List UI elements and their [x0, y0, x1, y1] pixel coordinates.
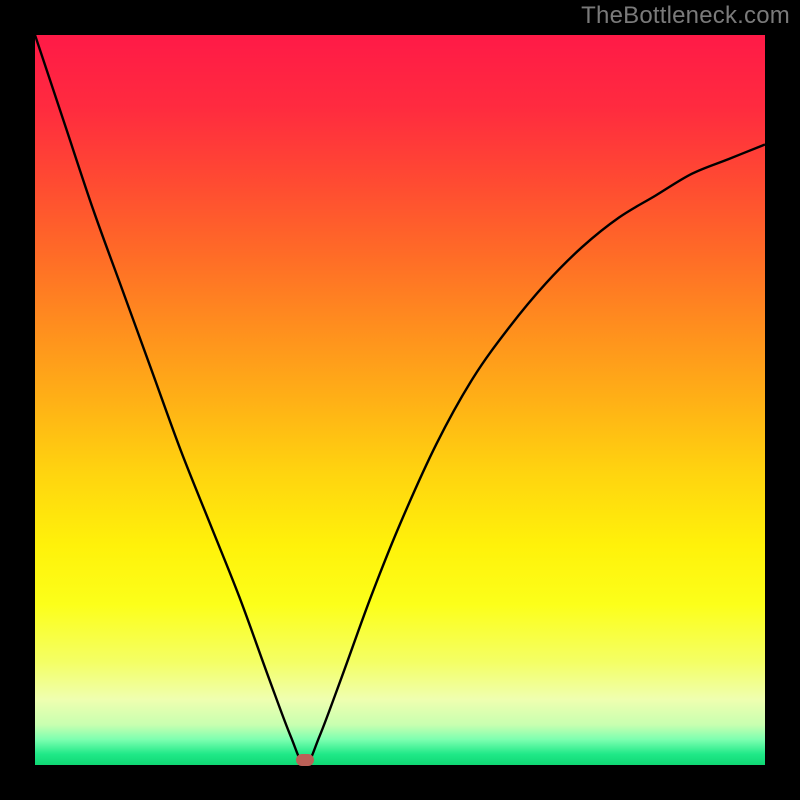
gradient-background: [35, 35, 765, 765]
chart-frame: TheBottleneck.com: [0, 0, 800, 800]
plot-area: [35, 35, 765, 765]
minimum-marker: [296, 754, 314, 766]
watermark-text: TheBottleneck.com: [581, 2, 790, 30]
plot-svg: [35, 35, 765, 765]
